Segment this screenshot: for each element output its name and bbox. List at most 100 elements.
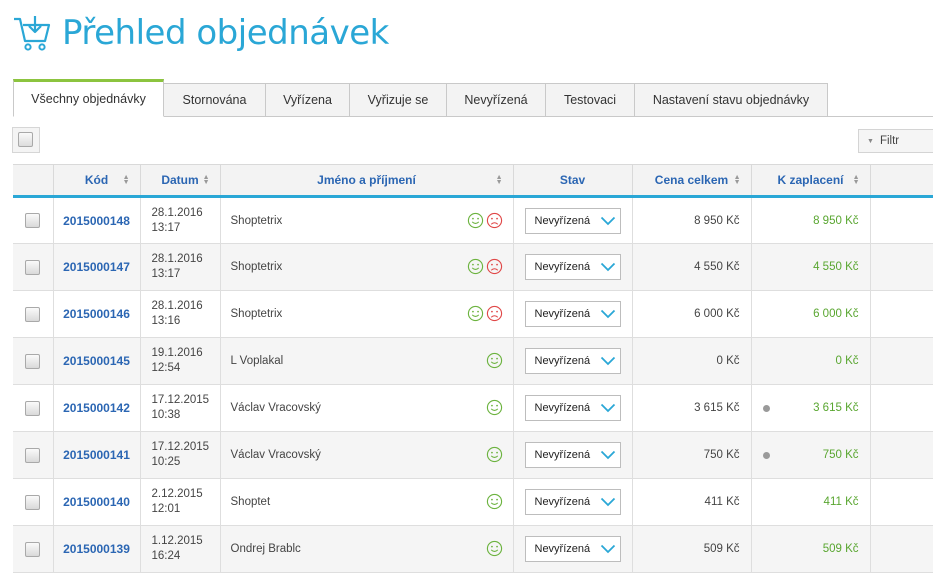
row-checkbox[interactable]: [25, 306, 41, 322]
happy-icon[interactable]: [486, 493, 503, 510]
page-header: Přehled objednávek: [12, 8, 389, 58]
order-code[interactable]: 2015000140: [53, 478, 141, 526]
tab-cancelled[interactable]: Stornována: [164, 83, 266, 117]
happy-icon[interactable]: [467, 305, 484, 322]
status-select[interactable]: Nevyřízená: [524, 536, 621, 562]
to-pay-cell: 750 Kč: [751, 431, 871, 479]
happy-icon[interactable]: [486, 446, 503, 463]
order-date: 28.1.2016 13:17: [140, 196, 221, 244]
customer-name: Shoptetrix: [220, 196, 514, 244]
tab-status-settings[interactable]: Nastavení stavu objednávky: [635, 83, 828, 117]
row-select-cell: [13, 384, 54, 432]
to-pay-value: 6 000 Kč: [813, 308, 859, 320]
row-checkbox[interactable]: [25, 213, 41, 229]
tab-completed[interactable]: Vyřízena: [266, 83, 350, 117]
header-date[interactable]: Datum ▲ ▼: [140, 164, 221, 198]
order-total: 0 Kč: [632, 337, 752, 385]
order-code[interactable]: 2015000142: [53, 384, 141, 432]
status-value: Nevyřízená: [534, 496, 591, 508]
row-extra: [870, 290, 933, 338]
header-name[interactable]: Jméno a příjmení ▲ ▼: [220, 164, 514, 198]
order-date-time: 10:25: [151, 456, 181, 468]
order-date-day: 1.12.2015: [151, 535, 203, 547]
status-cell: Nevyřízená: [513, 243, 633, 291]
order-date-day: 28.1.2016: [151, 206, 203, 219]
select-all-checkbox[interactable]: [18, 132, 33, 147]
sort-icon: ▲ ▼: [852, 174, 860, 186]
order-code[interactable]: 2015000141: [53, 431, 141, 479]
table-row: 2015000140 2.12.2015 12:01 Shoptet Nevyřízen…: [13, 478, 933, 526]
table-row: 2015000141 17.12.2015 10:25 Václav Vracovsk…: [13, 431, 933, 479]
status-select[interactable]: Nevyřízená: [524, 254, 621, 280]
order-date-time: 16:24: [151, 550, 181, 562]
order-code[interactable]: 2015000139: [53, 525, 141, 573]
chevron-down-icon: [600, 262, 615, 272]
header-code[interactable]: Kód ▲ ▼: [53, 164, 141, 198]
order-date-time: 12:01: [151, 503, 181, 515]
row-select-cell: [13, 431, 54, 479]
to-pay-cell: 509 Kč: [751, 525, 871, 573]
customer-rating: [486, 493, 503, 510]
header-total[interactable]: Cena celkem ▲ ▼: [632, 164, 752, 198]
chevron-down-icon: [600, 450, 615, 460]
to-pay-cell: 3 615 Kč: [751, 384, 871, 432]
status-select[interactable]: Nevyřízená: [524, 442, 621, 468]
row-extra: [870, 337, 933, 385]
table-row: 2015000145 19.1.2016 12:54 L Voplakal Nevyří…: [13, 337, 933, 385]
happy-icon[interactable]: [486, 399, 503, 416]
status-select[interactable]: Nevyřízená: [524, 348, 621, 374]
status-cell: Nevyřízená: [513, 525, 633, 573]
row-select-cell: [13, 478, 54, 526]
happy-icon[interactable]: [467, 212, 484, 229]
sad-icon[interactable]: [486, 258, 503, 275]
order-total: 509 Kč: [632, 525, 752, 573]
status-select[interactable]: Nevyřízená: [524, 395, 621, 421]
row-checkbox[interactable]: [25, 353, 41, 369]
status-cell: Nevyřízená: [513, 290, 633, 338]
tab-testovaci[interactable]: Testovaci: [546, 83, 635, 117]
happy-icon[interactable]: [486, 540, 503, 557]
table-row: 2015000139 1.12.2015 16:24 Ondrej Brablc Nev…: [13, 525, 933, 573]
happy-icon[interactable]: [467, 258, 484, 275]
row-checkbox[interactable]: [25, 494, 41, 510]
row-checkbox[interactable]: [25, 400, 41, 416]
status-value: Nevyřízená: [534, 261, 591, 273]
tab-in-progress[interactable]: Vyřizuje se: [350, 83, 447, 117]
filter-button[interactable]: ▼ Filtr: [858, 129, 933, 153]
row-checkbox[interactable]: [25, 447, 41, 463]
row-extra: [870, 431, 933, 479]
order-code[interactable]: 2015000145: [53, 337, 141, 385]
sad-icon[interactable]: [486, 212, 503, 229]
customer-name-text: Shoptetrix: [230, 214, 283, 227]
header-select: [13, 164, 54, 198]
order-total: 3 615 Kč: [632, 384, 752, 432]
to-pay-value: 509 Kč: [822, 543, 859, 555]
row-select-cell: [13, 337, 54, 385]
tab-pending[interactable]: Nevyřízená: [447, 83, 546, 117]
row-checkbox[interactable]: [25, 541, 41, 557]
order-code[interactable]: 2015000148: [53, 196, 141, 244]
status-select[interactable]: Nevyřízená: [524, 489, 621, 515]
header-to-pay[interactable]: K zaplacení ▲ ▼: [751, 164, 871, 198]
customer-name-text: Ondrej Brablc: [230, 543, 301, 555]
order-date-time: 10:38: [151, 409, 181, 421]
header-status[interactable]: Stav: [513, 164, 633, 198]
cart-icon: [14, 16, 51, 51]
chevron-down-icon: [600, 497, 615, 507]
row-checkbox[interactable]: [25, 259, 41, 275]
status-select[interactable]: Nevyřízená: [524, 207, 621, 234]
customer-rating: [467, 258, 503, 275]
row-select-cell: [13, 290, 54, 338]
order-date-day: 28.1.2016: [151, 300, 203, 312]
order-code[interactable]: 2015000147: [53, 243, 141, 291]
happy-icon[interactable]: [486, 352, 503, 369]
sad-icon[interactable]: [486, 305, 503, 322]
status-select[interactable]: Nevyřízená: [524, 301, 621, 327]
tab-all-orders[interactable]: Všechny objednávky: [13, 79, 164, 117]
status-value: Nevyřízená: [534, 308, 591, 320]
row-select-cell: [13, 243, 54, 291]
sort-icon: ▲ ▼: [202, 174, 210, 186]
order-total: 8 950 Kč: [632, 196, 752, 244]
order-code[interactable]: 2015000146: [53, 290, 141, 338]
status-value: Nevyřízená: [534, 543, 591, 555]
